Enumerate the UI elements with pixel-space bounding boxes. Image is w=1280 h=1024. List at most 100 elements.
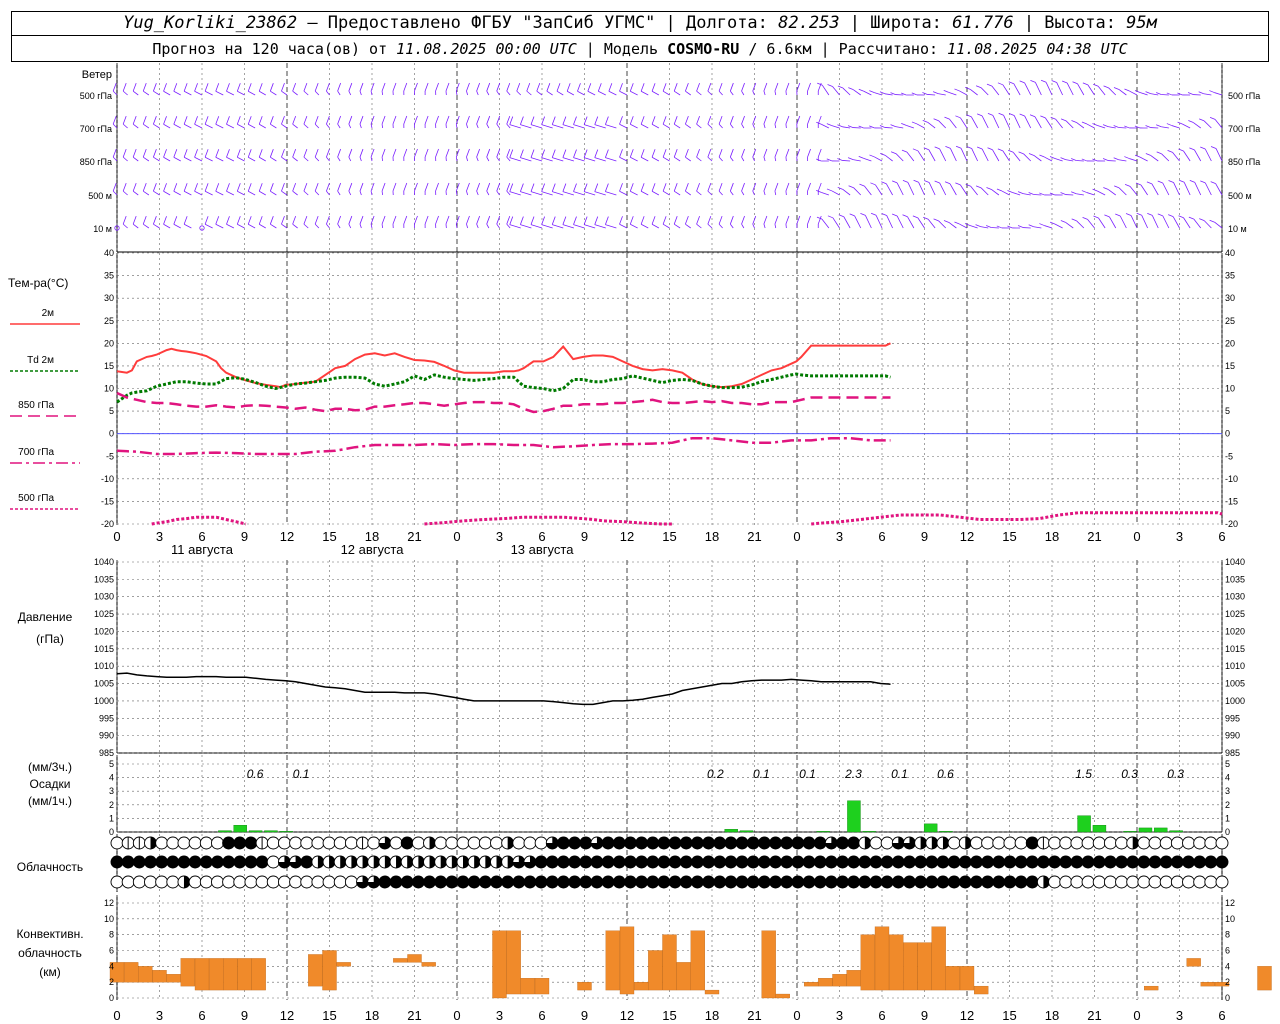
wind-barb-flag [541, 116, 545, 125]
x-tick-label-conv: 9 [921, 1008, 928, 1023]
cloud-symbol [423, 875, 436, 889]
wind-barb-flag [1145, 91, 1151, 95]
wind-barb-flag [337, 215, 342, 225]
wind-barb [153, 223, 160, 229]
wind-barb [1045, 82, 1053, 96]
cloud-symbol [646, 836, 660, 850]
cloud-symbol [1182, 855, 1195, 869]
wind-barb-flag [496, 215, 501, 225]
cloud-symbol [523, 875, 537, 889]
wind-barb-flag [551, 216, 556, 225]
cloud-symbol [579, 836, 593, 850]
wind-barb [226, 123, 235, 129]
wind-barb [530, 191, 543, 196]
cloud-symbol [1215, 836, 1229, 850]
cloud-circle [824, 875, 838, 889]
wind-barb-flag [112, 148, 117, 158]
wind-barb-flag [718, 182, 723, 192]
cloud-symbol [121, 875, 135, 889]
wind-barb-flag [496, 115, 501, 125]
wind-barb-flag [1104, 214, 1110, 218]
cloud-symbol [177, 875, 191, 889]
wind-barb-flag [142, 183, 147, 192]
wind-barb-flag [226, 216, 230, 225]
cloud-symbol [222, 855, 236, 869]
wind-barb [337, 123, 341, 129]
cloud-symbol [802, 836, 816, 850]
wind-barb [927, 122, 936, 129]
wind-barb-flag [707, 215, 712, 225]
cloud-circle [1170, 875, 1184, 889]
wind-barb-flag [370, 82, 375, 92]
cloud-circle [177, 836, 191, 850]
tick-label-left: 1035 [94, 574, 114, 584]
wind-barb-flag [466, 182, 470, 192]
wind-barb-flag [879, 91, 886, 95]
wind-barb-flag [924, 180, 930, 183]
cloud-symbol [1025, 855, 1039, 869]
cloud-symbol [668, 875, 682, 889]
wind-barb-flag [247, 149, 252, 158]
wind-barb-flag [707, 182, 712, 192]
wind-barb [685, 223, 691, 229]
convective-bar [223, 958, 238, 991]
wind-barb [348, 90, 352, 96]
wind-barb [980, 87, 989, 96]
wind-barb-flag [509, 116, 514, 125]
cloud-symbol [456, 875, 470, 889]
convective-bar [407, 954, 422, 963]
wind-barb-flag [466, 115, 470, 125]
wind-barb-flag [987, 113, 994, 116]
wind-barb-flag [573, 149, 577, 158]
cloud-symbol [802, 855, 816, 869]
wind-barb-flag [718, 115, 723, 125]
x-tick-label-conv: 21 [747, 1008, 761, 1023]
cloud-symbol [969, 875, 983, 889]
tick-label-left: 1040 [94, 557, 114, 567]
cloud-circle [1025, 875, 1039, 889]
cloud-circle [769, 836, 782, 850]
wind-barb-flag [1102, 158, 1109, 161]
convective-bar [180, 958, 195, 987]
wind-barb-flag [326, 115, 330, 125]
wind-barb-flag [933, 218, 939, 222]
wind-barb-flag [826, 188, 833, 192]
x-tick-label-conv: 12 [960, 1008, 974, 1023]
cloud-circle [757, 875, 771, 889]
cloud-circle [646, 855, 660, 869]
wind-barb-flag [381, 182, 386, 192]
cloud-symbol [400, 855, 414, 869]
wind-barb-flag [359, 182, 364, 192]
wind-barb-flag [1040, 79, 1047, 83]
wind-barb-flag [944, 181, 951, 185]
wind-barb [183, 123, 192, 129]
convective-bar [520, 978, 535, 995]
cloud-circle [411, 836, 425, 850]
wind-barb [674, 90, 681, 96]
wind-barb [1065, 120, 1074, 129]
cloud-symbol [713, 875, 727, 889]
cloud-title: Облачность [17, 860, 83, 874]
cloud-symbol [925, 836, 939, 850]
wind-barb-flag [486, 215, 491, 225]
cloud-symbol [903, 855, 916, 869]
wind-barb-flag [269, 216, 274, 225]
wind-barb [541, 157, 553, 162]
convective-bar [648, 950, 663, 991]
precipitation-panel: 0.6 0.1 0.2 0.1 0.1 2.3 0.1 0.6 1.5 0.3 0.3 [218, 767, 1184, 833]
tick-label-left: 3 [109, 786, 114, 796]
cloud-symbol [1014, 875, 1028, 889]
wind-barb [832, 217, 840, 229]
wind-barb-flag [424, 182, 429, 192]
cloud-circle [858, 875, 872, 889]
wind-barb [183, 190, 192, 196]
wind-barb-flag [414, 82, 418, 92]
wind-barb [619, 156, 628, 162]
tick-label-right: -15 [1225, 496, 1238, 506]
wind-barb-flag [281, 116, 285, 125]
convective-bar [903, 942, 918, 991]
wind-barb-flag [142, 116, 147, 125]
pressure-series [116, 672, 891, 706]
wind-barb [226, 156, 235, 162]
wind-barb [237, 156, 245, 162]
